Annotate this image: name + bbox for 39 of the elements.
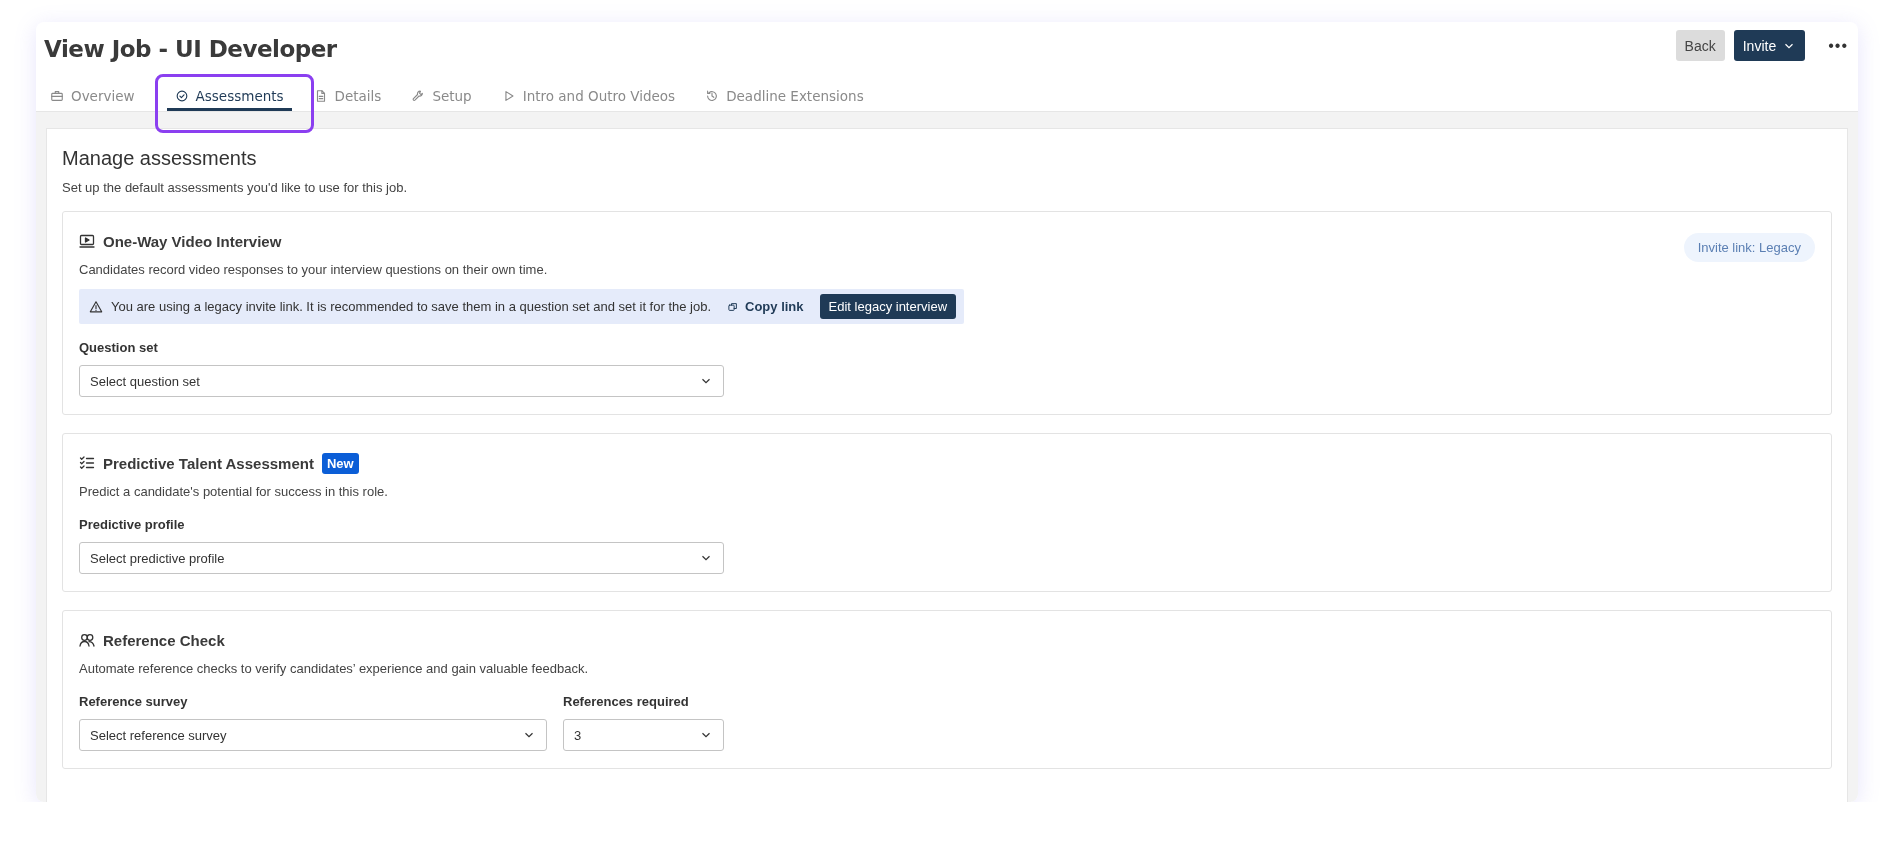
briefcase-icon [50, 89, 64, 103]
people-icon [79, 632, 95, 648]
new-badge: New [321, 452, 359, 474]
wrench-icon [411, 89, 426, 103]
check-circle-icon [174, 89, 189, 103]
dropdown-field[interactable]: Select predictive profile [79, 542, 724, 574]
page-title: View Job - UI Developer [44, 36, 337, 62]
field-label: References required [563, 694, 690, 709]
history-icon [705, 89, 720, 103]
field-label: Question set [79, 340, 159, 355]
card-description: Predict a candidate's potential for success in this role. [79, 484, 389, 499]
invite-button[interactable]: Invite [1733, 30, 1806, 61]
section-subtitle: Set up the default assessments you'd like to use for this job. [62, 180, 408, 195]
more-menu-button[interactable]: ••• [1814, 36, 1848, 55]
field-label: Reference survey [79, 694, 189, 709]
card-title: One-Way Video Interview [103, 232, 282, 250]
card-title: Predictive Talent Assessment [103, 454, 314, 472]
copy-icon [727, 300, 740, 313]
alert-message: You are using a legacy invite link. It is recommended to save them in a question set and set it for the job. [111, 299, 712, 314]
tab[interactable]: Deadline Extensions [697, 88, 872, 111]
back-button[interactable]: Back [1675, 30, 1725, 61]
section-heading: Manage assessments [62, 147, 258, 170]
tab[interactable]: Details [305, 88, 390, 111]
warning-icon [89, 299, 103, 314]
dropdown-field[interactable]: Select question set [79, 365, 724, 397]
tab[interactable]: Intro and Outro Videos [493, 88, 684, 111]
checklist-icon [79, 455, 95, 471]
status-pill: Invite link: Legacy [1683, 232, 1815, 262]
card-description: Automate reference checks to verify candidates’ experience and gain valuable feedback. [79, 661, 589, 676]
field-label: Predictive profile [79, 517, 186, 532]
copy-link[interactable]: Copy link [727, 299, 804, 314]
tab[interactable]: Setup [403, 88, 480, 111]
card-title: Reference Check [103, 631, 225, 649]
video-screen-icon [79, 233, 95, 249]
dropdown-field[interactable]: 3 [563, 719, 724, 751]
card-description: Candidates record video responses to your interview questions on their own time. [79, 262, 549, 277]
tab[interactable]: Overview [42, 88, 143, 111]
edit-legacy-button[interactable]: Edit legacy interview [819, 294, 957, 319]
dropdown-field[interactable]: Select reference survey [79, 719, 547, 751]
